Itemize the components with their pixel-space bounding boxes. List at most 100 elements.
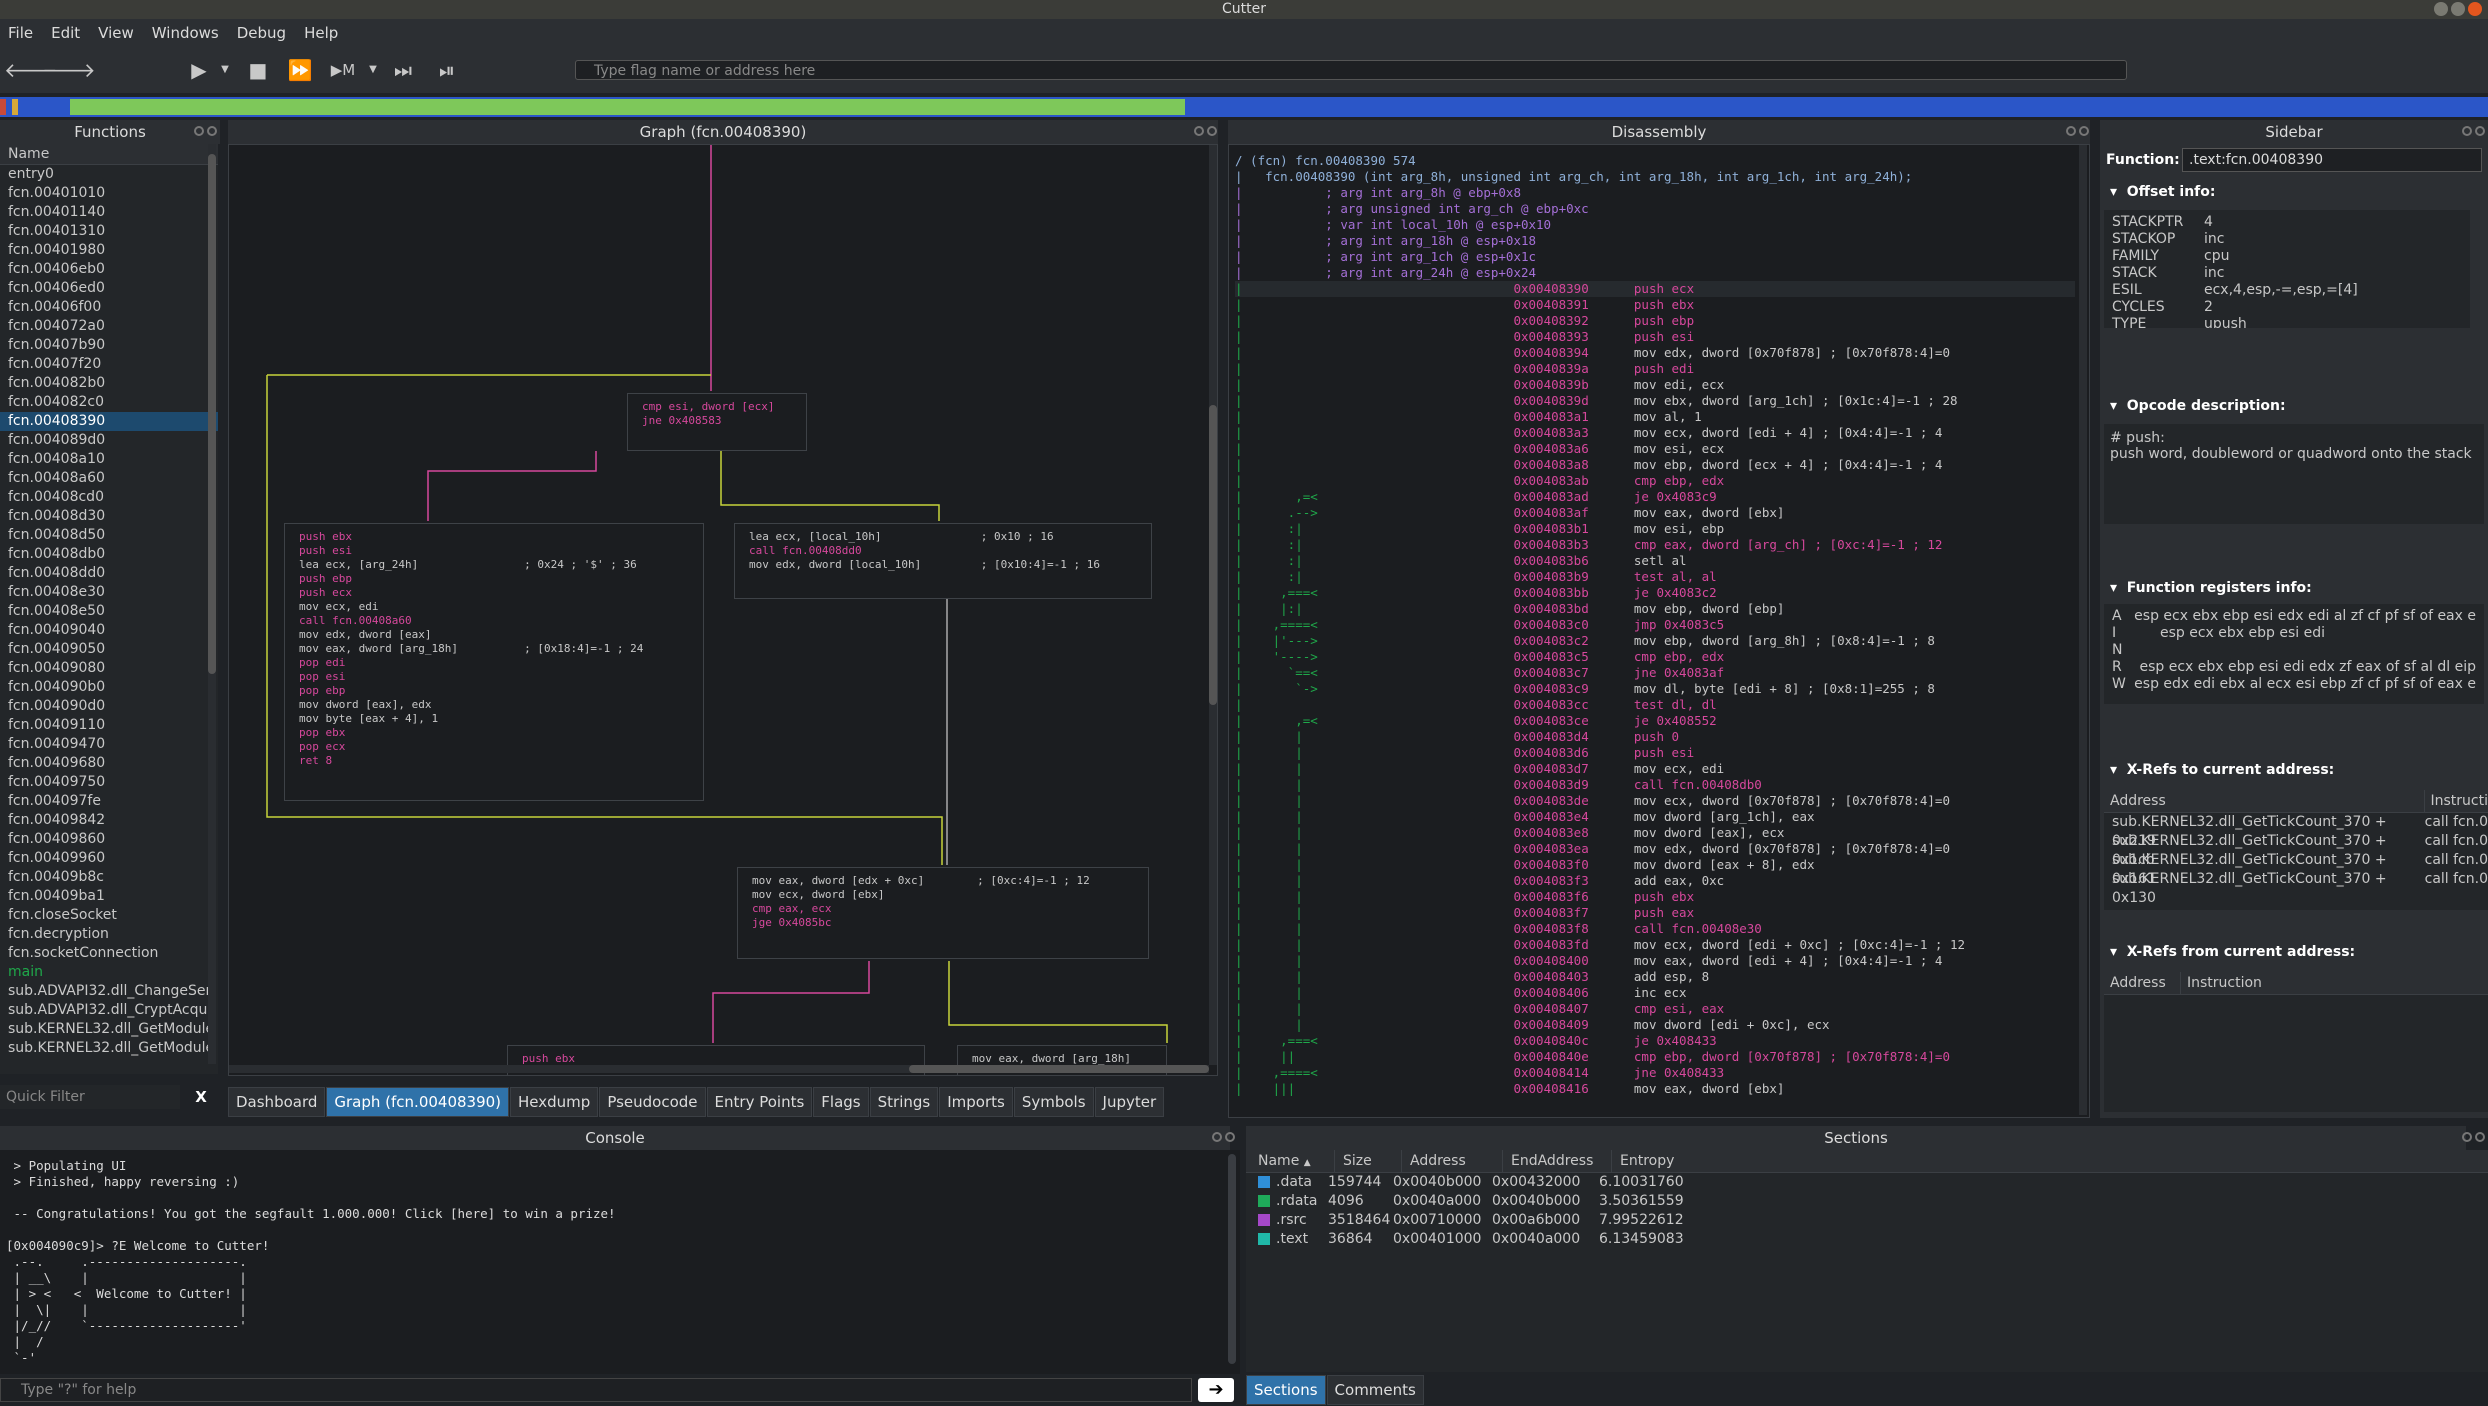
graph-instruction[interactable]: call fcn.00408dd0 bbox=[749, 544, 1137, 558]
instruction-text[interactable]: test dl, dl bbox=[1634, 697, 1717, 712]
disasm-row[interactable]: | 0x00408392 push ebp bbox=[1235, 313, 2075, 329]
instruction-address[interactable]: 0x004083cc bbox=[1513, 697, 1588, 712]
instruction-address[interactable]: 0x00408394 bbox=[1513, 345, 1588, 360]
graph-instruction[interactable]: mov ecx, dword [ebx] bbox=[752, 888, 1134, 902]
close-icon[interactable] bbox=[2468, 2, 2482, 16]
function-item[interactable]: fcn.00408a10 bbox=[0, 450, 218, 469]
instruction-text[interactable]: mov edi, ecx bbox=[1634, 377, 1724, 392]
tab-flags[interactable]: Flags bbox=[813, 1087, 869, 1117]
graph-instruction[interactable]: push esi bbox=[299, 544, 689, 558]
disasm-row[interactable]: | |'---> 0x004083c2 mov ebp, dword [arg_… bbox=[1235, 633, 2075, 649]
function-item[interactable]: fcn.004082c0 bbox=[0, 393, 218, 412]
instruction-text[interactable]: mov dword [eax], ecx bbox=[1634, 825, 1785, 840]
instruction-text[interactable]: cmp ebp, dword [0x70f878] ; [0x70f878:4]… bbox=[1634, 1049, 1950, 1064]
menu-file[interactable]: File bbox=[8, 24, 33, 42]
function-item[interactable]: fcn.00409040 bbox=[0, 621, 218, 640]
graph-block-entry[interactable]: cmp esi, dword [ecx] jne 0x408583 bbox=[627, 393, 807, 451]
instruction-address[interactable]: 0x004083d6 bbox=[1513, 745, 1588, 760]
instruction-text[interactable]: push ebp bbox=[1634, 313, 1694, 328]
instruction-address[interactable]: 0x0040839d bbox=[1513, 393, 1588, 408]
xref-row[interactable]: sub.KERNEL32.dll_GetTickCount_370 + 0x13… bbox=[2104, 870, 2488, 906]
function-item[interactable]: fcn.004090d0 bbox=[0, 697, 218, 716]
instruction-address[interactable]: 0x004083f6 bbox=[1513, 889, 1588, 904]
disasm-row[interactable]: | | 0x00408403 add esp, 8 bbox=[1235, 969, 2075, 985]
instruction-address[interactable]: 0x004083b3 bbox=[1513, 537, 1588, 552]
instruction-address[interactable]: 0x004083b6 bbox=[1513, 553, 1588, 568]
function-item[interactable]: sub.KERNEL32.dll_GetModule bbox=[0, 1039, 218, 1058]
continue-icon[interactable]: ⏩ bbox=[287, 57, 313, 83]
instruction-address[interactable]: 0x004083d4 bbox=[1513, 729, 1588, 744]
function-item[interactable]: fcn.00409ba1 bbox=[0, 887, 218, 906]
menu-view[interactable]: View bbox=[98, 24, 134, 42]
xrefs-to-col-address[interactable]: Address bbox=[2104, 790, 2425, 812]
dropdown-icon[interactable]: ▼ bbox=[212, 57, 238, 83]
console-scrollbar[interactable] bbox=[1228, 1154, 1236, 1364]
instruction-address[interactable]: 0x004083f7 bbox=[1513, 905, 1588, 920]
disasm-row[interactable]: | | 0x004083ea mov edx, dword [0x70f878]… bbox=[1235, 841, 2075, 857]
disasm-row[interactable]: | | 0x004083f8 call fcn.00408e30 bbox=[1235, 921, 2075, 937]
instruction-text[interactable]: mov ecx, dword [0x70f878] ; [0x70f878:4]… bbox=[1634, 793, 1950, 808]
disasm-scrollbar[interactable] bbox=[2079, 145, 2087, 1115]
instruction-text[interactable]: mov dl, byte [edi + 8] ; [0x8:1]=255 ; 8 bbox=[1634, 681, 1935, 696]
graph-instruction[interactable]: mov dword [eax], edx bbox=[299, 698, 689, 712]
disassembly-view[interactable]: / (fcn) fcn.00408390 574 | fcn.00408390 (… bbox=[1228, 144, 2090, 1118]
instruction-text[interactable]: push ebx bbox=[1634, 889, 1694, 904]
function-item[interactable]: fcn.00409470 bbox=[0, 735, 218, 754]
minimize-icon[interactable] bbox=[2434, 2, 2448, 16]
instruction-address[interactable]: 0x004083d9 bbox=[1513, 777, 1588, 792]
instruction-address[interactable]: 0x004083f0 bbox=[1513, 857, 1588, 872]
instruction-text[interactable]: add esp, 8 bbox=[1634, 969, 1709, 984]
function-item[interactable]: fcn.00409680 bbox=[0, 754, 218, 773]
section-row[interactable]: .data 159744 0x0040b000 0x00432000 6.1003176… bbox=[1246, 1173, 2488, 1192]
function-item[interactable]: fcn.00407b90 bbox=[0, 336, 218, 355]
function-item[interactable]: fcn.socketConnection bbox=[0, 944, 218, 963]
graph-instruction[interactable]: mov eax, dword [edx + 0xc] ; [0xc:4]=-1 … bbox=[752, 874, 1134, 888]
instruction-text[interactable]: mov ecx, edi bbox=[1634, 761, 1724, 776]
menu-help[interactable]: Help bbox=[304, 24, 338, 42]
function-item[interactable]: fcn.00409110 bbox=[0, 716, 218, 735]
continue-until-icon[interactable]: ▶M bbox=[330, 57, 356, 83]
function-item[interactable]: fcn.00406ed0 bbox=[0, 279, 218, 298]
col-name[interactable]: Name ▲ bbox=[1246, 1150, 1335, 1172]
stop-icon[interactable]: ■ bbox=[245, 57, 271, 83]
function-item[interactable]: fcn.00406eb0 bbox=[0, 260, 218, 279]
disasm-row[interactable]: | 0x004083a1 mov al, 1 bbox=[1235, 409, 2075, 425]
instruction-address[interactable]: 0x004083ad bbox=[1513, 489, 1588, 504]
instruction-address[interactable]: 0x004083c0 bbox=[1513, 617, 1588, 632]
close-icon[interactable] bbox=[2475, 1132, 2485, 1142]
function-item[interactable]: sub.KERNEL32.dll_GetModule bbox=[0, 1020, 218, 1039]
disasm-row[interactable]: | `-> 0x004083c9 mov dl, byte [edi + 8] … bbox=[1235, 681, 2075, 697]
instruction-address[interactable]: 0x00408390 bbox=[1513, 281, 1588, 296]
function-item[interactable]: fcn.00408d50 bbox=[0, 526, 218, 545]
functions-header[interactable]: Name bbox=[0, 144, 218, 165]
instruction-text[interactable]: mov ecx, dword [edi + 4] ; [0x4:4]=-1 ; … bbox=[1634, 425, 1943, 440]
function-item[interactable]: fcn.00409b8c bbox=[0, 868, 218, 887]
disasm-row[interactable]: | ,=< 0x004083ad je 0x4083c9 bbox=[1235, 489, 2075, 505]
instruction-address[interactable]: 0x004083f3 bbox=[1513, 873, 1588, 888]
quick-filter-input[interactable]: Quick Filter bbox=[0, 1085, 180, 1109]
instruction-address[interactable]: 0x004083b9 bbox=[1513, 569, 1588, 584]
instruction-address[interactable]: 0x0040840e bbox=[1513, 1049, 1588, 1064]
close-icon[interactable] bbox=[207, 126, 217, 136]
instruction-text[interactable]: mov ebx, dword [arg_1ch] ; [0x1c:4]=-1 ;… bbox=[1634, 393, 1958, 408]
disasm-row[interactable]: | | 0x004083d4 push 0 bbox=[1235, 729, 2075, 745]
start-debug-icon[interactable]: ▶ bbox=[186, 57, 212, 83]
instruction-text[interactable]: je 0x408433 bbox=[1634, 1033, 1717, 1048]
instruction-text[interactable]: push esi bbox=[1634, 745, 1694, 760]
function-item[interactable]: fcn.decryption bbox=[0, 925, 218, 944]
disasm-row[interactable]: | :| 0x004083b3 cmp eax, dword [arg_ch] … bbox=[1235, 537, 2075, 553]
function-item[interactable]: fcn.00408a60 bbox=[0, 469, 218, 488]
instruction-text[interactable]: test al, al bbox=[1634, 569, 1717, 584]
col-entropy[interactable]: Entropy bbox=[1612, 1150, 1740, 1172]
graph-instruction[interactable]: ret 8 bbox=[299, 754, 689, 768]
tab-strings[interactable]: Strings bbox=[869, 1087, 939, 1117]
graph-instruction[interactable]: cmp esi, dword [ecx] bbox=[642, 400, 792, 414]
disasm-row[interactable]: | 0x00408390 push ecx bbox=[1235, 281, 2075, 297]
instruction-text[interactable]: push 0 bbox=[1634, 729, 1679, 744]
instruction-address[interactable]: 0x004083b1 bbox=[1513, 521, 1588, 536]
instruction-text[interactable]: cmp esi, eax bbox=[1634, 1001, 1724, 1016]
instruction-text[interactable]: mov esi, ecx bbox=[1634, 441, 1724, 456]
function-item[interactable]: fcn.00407f20 bbox=[0, 355, 218, 374]
instruction-address[interactable]: 0x0040840c bbox=[1513, 1033, 1588, 1048]
function-item[interactable]: sub.ADVAPI32.dll_ChangeSer bbox=[0, 982, 218, 1001]
